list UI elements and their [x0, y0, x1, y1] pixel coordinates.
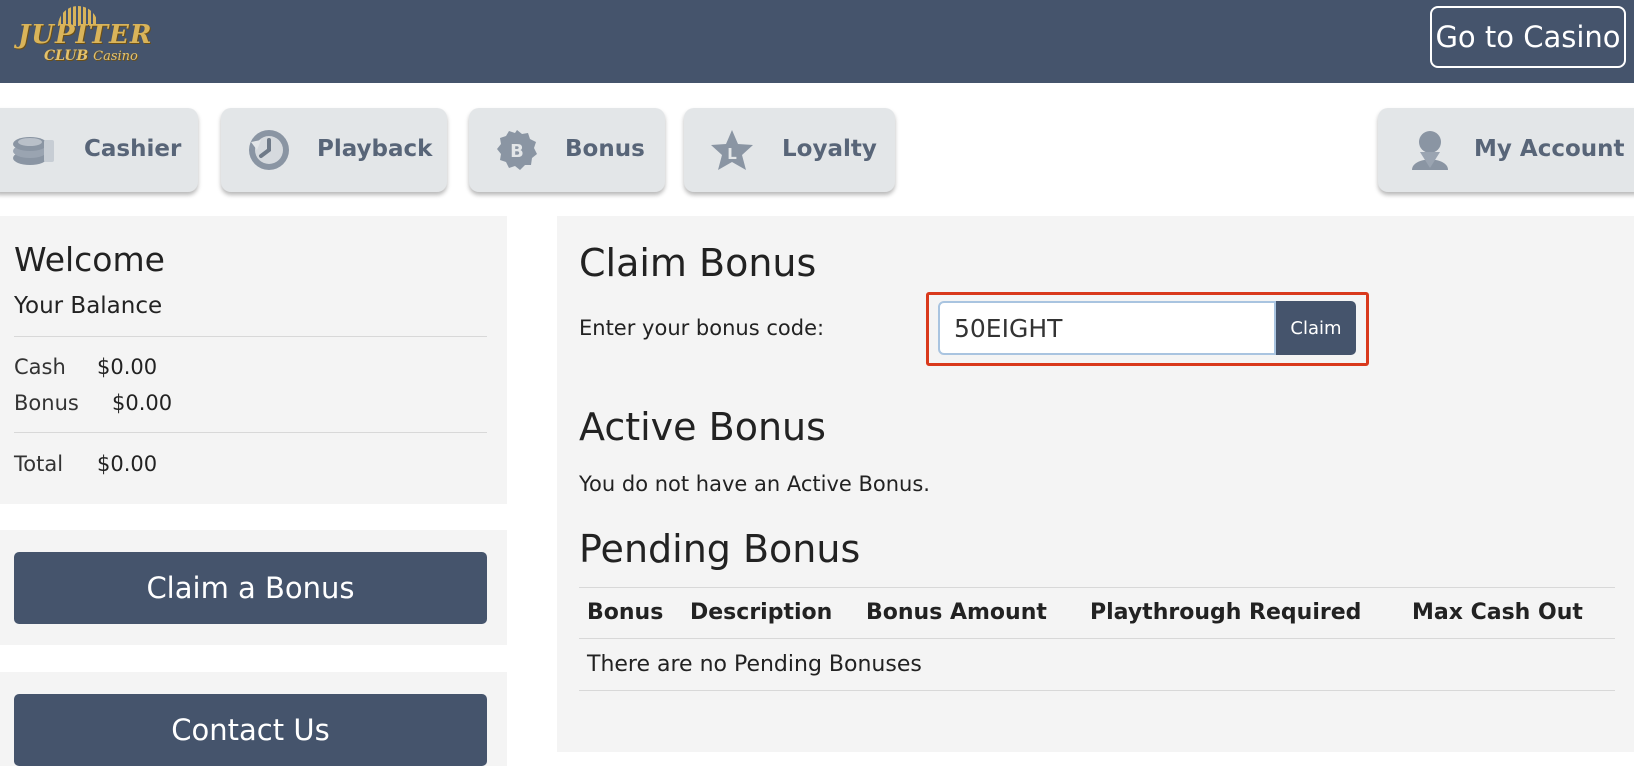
history-icon: [247, 128, 291, 172]
nav-my-account-button[interactable]: My Account: [1378, 108, 1634, 192]
logo-title: JUPITER: [18, 20, 153, 50]
active-bonus-message: You do not have an Active Bonus.: [579, 472, 930, 496]
cash-label: Cash: [14, 355, 66, 379]
top-bar: JUPITER CLUB Casino Go to Casino: [0, 0, 1634, 83]
go-to-casino-button[interactable]: Go to Casino: [1430, 6, 1626, 68]
contact-us-button[interactable]: Contact Us: [14, 694, 487, 766]
claim-bonus-heading: Claim Bonus: [579, 241, 817, 285]
coins-icon: [10, 128, 54, 172]
claim-a-bonus-button[interactable]: Claim a Bonus: [14, 552, 487, 624]
nav-playback-label: Playback: [317, 136, 433, 162]
total-label: Total: [14, 452, 64, 476]
divider: [14, 336, 487, 337]
nav-my-account-label: My Account: [1474, 136, 1625, 162]
nav-bonus-label: Bonus: [565, 136, 645, 162]
svg-text:B: B: [510, 141, 524, 162]
nav-cashier-button[interactable]: Cashier: [0, 108, 198, 192]
total-value: $0.00: [97, 452, 158, 476]
nav-bonus-button[interactable]: B Bonus: [469, 108, 665, 192]
bonus-code-label: Enter your bonus code:: [579, 316, 825, 340]
nav-playback-button[interactable]: Playback: [221, 108, 447, 192]
pending-bonus-heading: Pending Bonus: [579, 527, 861, 571]
nav-loyalty-button[interactable]: L Loyalty: [684, 108, 895, 192]
pending-bonus-empty-message: There are no Pending Bonuses: [587, 652, 922, 677]
logo-club: CLUB: [44, 48, 89, 64]
divider: [579, 638, 1615, 639]
bonus-code-input[interactable]: [938, 301, 1276, 355]
user-icon: [1408, 128, 1452, 172]
claim-button[interactable]: Claim: [1276, 301, 1356, 355]
bonus-label: Bonus: [14, 391, 79, 415]
logo-script: Casino: [93, 49, 138, 64]
nav-cashier-label: Cashier: [84, 136, 182, 162]
your-balance-heading: Your Balance: [14, 293, 163, 319]
jupiter-club-logo[interactable]: JUPITER CLUB Casino: [14, 6, 151, 68]
welcome-heading: Welcome: [14, 240, 165, 279]
svg-text:L: L: [727, 145, 737, 163]
column-header-bonus-amount: Bonus Amount: [866, 600, 1047, 625]
nav-loyalty-label: Loyalty: [782, 136, 877, 162]
cash-value: $0.00: [97, 355, 158, 379]
divider: [14, 432, 487, 433]
divider: [579, 690, 1615, 691]
column-header-description: Description: [690, 600, 833, 625]
active-bonus-heading: Active Bonus: [579, 405, 826, 449]
divider: [579, 587, 1615, 588]
bonus-value: $0.00: [112, 391, 173, 415]
column-header-bonus: Bonus: [587, 600, 664, 625]
bonus-badge-icon: B: [495, 128, 539, 172]
column-header-max-cash-out: Max Cash Out: [1412, 600, 1583, 625]
star-icon: L: [710, 128, 754, 172]
column-header-playthrough-required: Playthrough Required: [1090, 600, 1362, 625]
logo-subtitle: CLUB Casino: [44, 48, 138, 64]
